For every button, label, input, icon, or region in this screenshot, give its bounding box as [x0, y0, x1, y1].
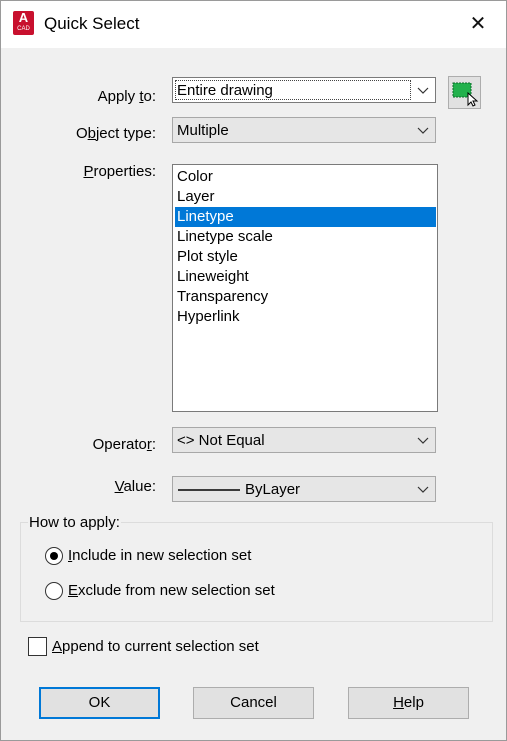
list-item-plot-style[interactable]: Plot style [175, 247, 436, 267]
select-objects-icon [452, 82, 479, 107]
list-item-layer[interactable]: Layer [175, 187, 436, 207]
title-bar: A CAD Quick Select ✕ [1, 1, 506, 48]
apply-to-dropdown[interactable]: Entire drawing [172, 77, 436, 103]
operator-label-post: : [151, 436, 156, 453]
operator-dropdown[interactable]: <> Not Equal [172, 427, 436, 453]
include-radio-label[interactable]: Include in new selection set [68, 547, 251, 564]
how-to-apply-title: How to apply: [28, 514, 121, 531]
append-accel: A [52, 638, 63, 655]
list-item-lineweight[interactable]: Lineweight [175, 267, 436, 287]
operator-label-pre: Operato [92, 436, 147, 453]
apply-to-value: Entire drawing [177, 82, 273, 99]
close-icon: ✕ [469, 13, 487, 35]
radio-selected-dot [50, 552, 58, 560]
object-type-dropdown[interactable]: Multiple [172, 117, 436, 143]
exclude-rest: xclude from new selection set [78, 582, 275, 599]
linetype-sample-icon [178, 489, 240, 491]
operator-value: <> Not Equal [177, 432, 265, 449]
operator-label: Operator: [1, 436, 156, 453]
include-rest: nclude in new selection set [72, 547, 252, 564]
window-title: Quick Select [44, 14, 140, 33]
object-type-label: Object type: [1, 125, 156, 142]
help-accel: H [393, 694, 404, 711]
ok-button[interactable]: OK [39, 687, 160, 719]
object-type-value: Multiple [177, 122, 229, 139]
autocad-app-icon: A CAD [13, 11, 34, 35]
list-item-linetype[interactable]: Linetype [175, 207, 436, 227]
value-label: Value: [1, 478, 156, 495]
exclude-accel: E [68, 582, 79, 599]
append-rest: ppend to current selection set [62, 638, 259, 655]
append-checkbox-label[interactable]: Append to current selection set [52, 638, 259, 655]
select-objects-button[interactable] [448, 76, 481, 109]
apply-to-label-pre: Apply [97, 88, 140, 105]
include-radio[interactable] [45, 547, 63, 565]
properties-label: Properties: [1, 163, 156, 180]
cancel-button[interactable]: Cancel [193, 687, 314, 719]
list-item-hyperlink[interactable]: Hyperlink [175, 307, 436, 327]
exclude-radio-label[interactable]: Exclude from new selection set [68, 582, 275, 599]
append-checkbox[interactable] [28, 637, 47, 656]
exclude-radio[interactable] [45, 582, 63, 600]
list-item-linetype-scale[interactable]: Linetype scale [175, 227, 436, 247]
properties-listbox[interactable]: Color Layer Linetype Linetype scale Plot… [172, 164, 438, 412]
chevron-down-icon [417, 437, 429, 444]
how-to-apply-group [20, 522, 493, 622]
apply-to-label-post: o: [143, 88, 156, 105]
chevron-down-icon [417, 87, 429, 94]
properties-label-accel: P [83, 163, 94, 180]
value-dropdown[interactable]: ByLayer [172, 476, 436, 502]
object-type-label-post: ject type: [95, 125, 156, 142]
quick-select-dialog: A CAD Quick Select ✕ Apply to: Entire dr… [0, 0, 507, 741]
app-icon-letter: A [18, 10, 29, 25]
object-type-label-pre: O [75, 125, 88, 142]
help-rest: elp [403, 694, 424, 711]
list-item-transparency[interactable]: Transparency [175, 287, 436, 307]
apply-to-label: Apply to: [1, 88, 156, 105]
app-icon-caption: CAD [17, 26, 30, 32]
object-type-label-accel: b [87, 125, 96, 142]
list-item-color[interactable]: Color [175, 167, 436, 187]
close-button[interactable]: ✕ [463, 10, 493, 38]
value-label-post: alue: [123, 478, 156, 495]
properties-label-post: roperties: [93, 163, 156, 180]
value-value: ByLayer [245, 481, 301, 498]
chevron-down-icon [417, 127, 429, 134]
help-button[interactable]: Help [348, 687, 469, 719]
chevron-down-icon [417, 486, 429, 493]
